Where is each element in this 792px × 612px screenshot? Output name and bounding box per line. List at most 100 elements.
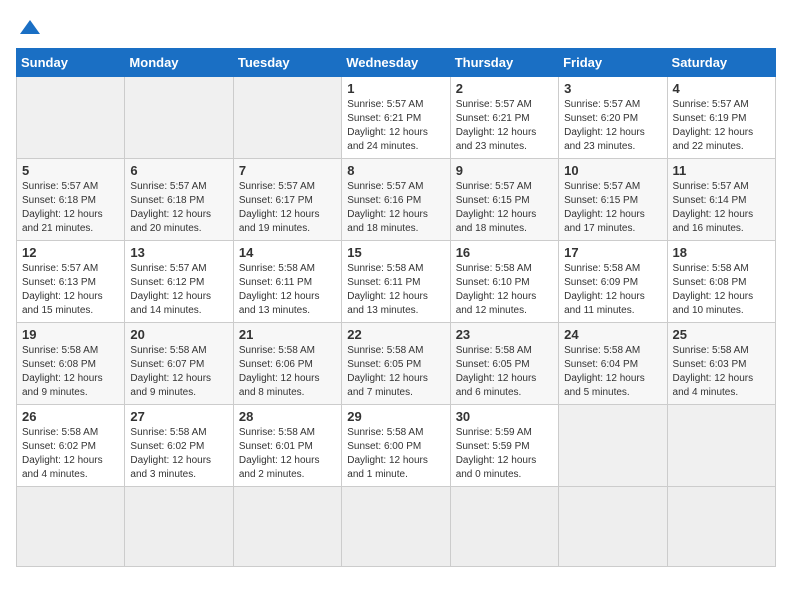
calendar-cell: 29Sunrise: 5:58 AM Sunset: 6:00 PM Dayli… (342, 405, 450, 487)
day-info: Sunrise: 5:57 AM Sunset: 6:19 PM Dayligh… (673, 98, 770, 154)
calendar-cell: 3Sunrise: 5:57 AM Sunset: 6:20 PM Daylig… (559, 77, 667, 159)
day-number: 6 (130, 163, 227, 178)
day-info: Sunrise: 5:58 AM Sunset: 6:05 PM Dayligh… (347, 344, 444, 400)
calendar-cell (342, 487, 450, 567)
day-info: Sunrise: 5:58 AM Sunset: 6:07 PM Dayligh… (130, 344, 227, 400)
calendar-row (17, 487, 776, 567)
day-number: 5 (22, 163, 119, 178)
calendar-row: 12Sunrise: 5:57 AM Sunset: 6:13 PM Dayli… (17, 241, 776, 323)
day-number: 21 (239, 327, 336, 342)
calendar-cell: 5 Sunrise: 5:57 AM Sunset: 6:18 PM Daylig… (17, 159, 125, 241)
day-number: 9 (456, 163, 553, 178)
calendar-cell: 14Sunrise: 5:58 AM Sunset: 6:11 PM Dayli… (233, 241, 341, 323)
day-number: 7 (239, 163, 336, 178)
day-info: Sunrise: 5:59 AM Sunset: 5:59 PM Dayligh… (456, 426, 553, 482)
calendar-cell: 25 Sunrise: 5:58 AM Sunset: 6:03 PM Dayli… (667, 323, 775, 405)
logo (16, 16, 42, 40)
calendar-cell: 4 Sunrise: 5:57 AM Sunset: 6:19 PM Daylig… (667, 77, 775, 159)
day-number: 22 (347, 327, 444, 342)
day-number: 30 (456, 409, 553, 424)
day-info: Sunrise: 5:58 AM Sunset: 6:08 PM Dayligh… (673, 262, 770, 318)
day-info: Sunrise: 5:58 AM Sunset: 6:00 PM Dayligh… (347, 426, 444, 482)
calendar-cell: 19 Sunrise: 5:58 AM Sunset: 6:08 PM Dayli… (17, 323, 125, 405)
day-number: 15 (347, 245, 444, 260)
day-number: 27 (130, 409, 227, 424)
day-info: Sunrise: 5:57 AM Sunset: 6:18 PM Dayligh… (22, 180, 119, 236)
day-info: Sunrise: 5:58 AM Sunset: 6:03 PM Dayligh… (673, 344, 770, 400)
weekday-header-thursday: Thursday (450, 49, 558, 77)
calendar-cell (667, 405, 775, 487)
calendar-cell (667, 487, 775, 567)
calendar-cell: 28 Sunrise: 5:58 AM Sunset: 6:01 PM Dayli… (233, 405, 341, 487)
day-info: Sunrise: 5:57 AM Sunset: 6:16 PM Dayligh… (347, 180, 444, 236)
day-info: Sunrise: 5:57 AM Sunset: 6:15 PM Dayligh… (456, 180, 553, 236)
calendar-cell (125, 77, 233, 159)
calendar-cell (450, 487, 558, 567)
calendar-cell (559, 405, 667, 487)
day-info: Sunrise: 5:58 AM Sunset: 6:11 PM Dayligh… (347, 262, 444, 318)
day-number: 28 (239, 409, 336, 424)
day-number: 17 (564, 245, 661, 260)
calendar-cell: 12Sunrise: 5:57 AM Sunset: 6:13 PM Dayli… (17, 241, 125, 323)
calendar-cell: 13Sunrise: 5:57 AM Sunset: 6:12 PM Dayli… (125, 241, 233, 323)
day-number: 11 (673, 163, 770, 178)
calendar-cell (17, 487, 125, 567)
day-number: 19 (22, 327, 119, 342)
day-info: Sunrise: 5:58 AM Sunset: 6:05 PM Dayligh… (456, 344, 553, 400)
calendar-table: SundayMondayTuesdayWednesdayThursdayFrid… (16, 48, 776, 567)
weekday-header-tuesday: Tuesday (233, 49, 341, 77)
day-info: Sunrise: 5:58 AM Sunset: 6:11 PM Dayligh… (239, 262, 336, 318)
day-info: Sunrise: 5:58 AM Sunset: 6:08 PM Dayligh… (22, 344, 119, 400)
weekday-header-wednesday: Wednesday (342, 49, 450, 77)
day-number: 13 (130, 245, 227, 260)
calendar-cell: 6 Sunrise: 5:57 AM Sunset: 6:18 PM Daylig… (125, 159, 233, 241)
calendar-cell: 18Sunrise: 5:58 AM Sunset: 6:08 PM Dayli… (667, 241, 775, 323)
day-number: 4 (673, 81, 770, 96)
day-info: Sunrise: 5:58 AM Sunset: 6:02 PM Dayligh… (22, 426, 119, 482)
calendar-cell (233, 77, 341, 159)
day-info: Sunrise: 5:58 AM Sunset: 6:01 PM Dayligh… (239, 426, 336, 482)
day-info: Sunrise: 5:58 AM Sunset: 6:02 PM Dayligh… (130, 426, 227, 482)
logo-icon (18, 16, 42, 40)
calendar-cell (17, 77, 125, 159)
weekday-header-saturday: Saturday (667, 49, 775, 77)
calendar-cell: 11 Sunrise: 5:57 AM Sunset: 6:14 PM Dayli… (667, 159, 775, 241)
calendar-cell: 2 Sunrise: 5:57 AM Sunset: 6:21 PM Daylig… (450, 77, 558, 159)
weekday-header-monday: Monday (125, 49, 233, 77)
day-info: Sunrise: 5:58 AM Sunset: 6:04 PM Dayligh… (564, 344, 661, 400)
day-number: 1 (347, 81, 444, 96)
day-info: Sunrise: 5:57 AM Sunset: 6:21 PM Dayligh… (347, 98, 444, 154)
calendar-cell: 1 Sunrise: 5:57 AM Sunset: 6:21 PM Daylig… (342, 77, 450, 159)
day-number: 16 (456, 245, 553, 260)
day-info: Sunrise: 5:58 AM Sunset: 6:10 PM Dayligh… (456, 262, 553, 318)
day-number: 25 (673, 327, 770, 342)
calendar-cell: 16 Sunrise: 5:58 AM Sunset: 6:10 PM Dayli… (450, 241, 558, 323)
day-number: 20 (130, 327, 227, 342)
day-number: 23 (456, 327, 553, 342)
day-number: 8 (347, 163, 444, 178)
day-number: 26 (22, 409, 119, 424)
day-info: Sunrise: 5:57 AM Sunset: 6:20 PM Dayligh… (564, 98, 661, 154)
day-info: Sunrise: 5:57 AM Sunset: 6:14 PM Dayligh… (673, 180, 770, 236)
calendar-cell: 8 Sunrise: 5:57 AM Sunset: 6:16 PM Daylig… (342, 159, 450, 241)
day-info: Sunrise: 5:58 AM Sunset: 6:06 PM Dayligh… (239, 344, 336, 400)
calendar-cell: 27 Sunrise: 5:58 AM Sunset: 6:02 PM Dayli… (125, 405, 233, 487)
calendar-cell: 26 Sunrise: 5:58 AM Sunset: 6:02 PM Dayli… (17, 405, 125, 487)
calendar-cell: 10Sunrise: 5:57 AM Sunset: 6:15 PM Dayli… (559, 159, 667, 241)
weekday-header-sunday: Sunday (17, 49, 125, 77)
calendar-cell: 7Sunrise: 5:57 AM Sunset: 6:17 PM Daylig… (233, 159, 341, 241)
day-info: Sunrise: 5:57 AM Sunset: 6:18 PM Dayligh… (130, 180, 227, 236)
calendar-cell: 24Sunrise: 5:58 AM Sunset: 6:04 PM Dayli… (559, 323, 667, 405)
day-info: Sunrise: 5:58 AM Sunset: 6:09 PM Dayligh… (564, 262, 661, 318)
day-number: 10 (564, 163, 661, 178)
calendar-row: 1 Sunrise: 5:57 AM Sunset: 6:21 PM Daylig… (17, 77, 776, 159)
calendar-cell: 23 Sunrise: 5:58 AM Sunset: 6:05 PM Dayli… (450, 323, 558, 405)
calendar-cell: 15 Sunrise: 5:58 AM Sunset: 6:11 PM Dayli… (342, 241, 450, 323)
day-number: 2 (456, 81, 553, 96)
calendar-cell: 21 Sunrise: 5:58 AM Sunset: 6:06 PM Dayli… (233, 323, 341, 405)
calendar-cell: 9 Sunrise: 5:57 AM Sunset: 6:15 PM Daylig… (450, 159, 558, 241)
day-info: Sunrise: 5:57 AM Sunset: 6:21 PM Dayligh… (456, 98, 553, 154)
page-header (16, 16, 776, 40)
calendar-cell (233, 487, 341, 567)
calendar-cell (125, 487, 233, 567)
